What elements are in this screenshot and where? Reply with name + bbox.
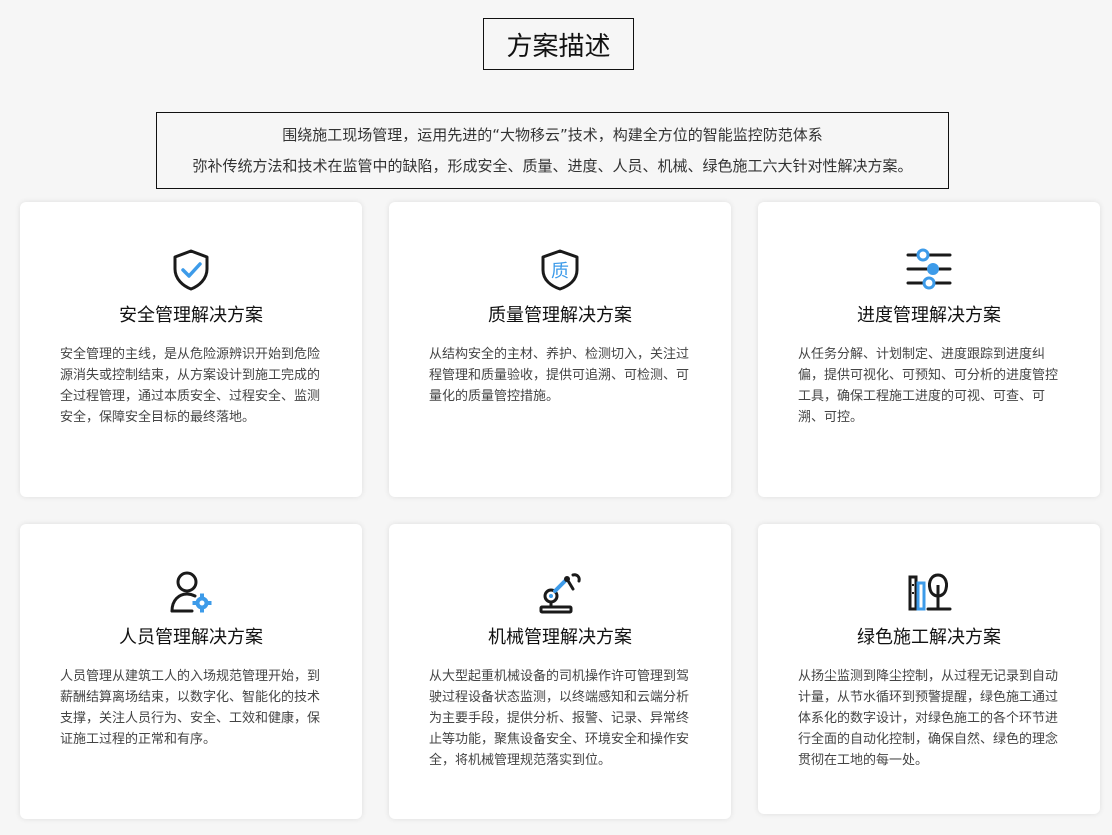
sliders-icon	[906, 247, 952, 293]
intro-line-1: 围绕施工现场管理，运用先进的“大物移云”技术，构建全方位的智能监控防范体系	[282, 125, 823, 144]
intro-line-2: 弥补传统方法和技术在监管中的缺陷，形成安全、质量、进度、人员、机械、绿色施工六大…	[192, 156, 913, 175]
card-title: 安全管理解决方案	[119, 305, 263, 326]
intro-box: 围绕施工现场管理，运用先进的“大物移云”技术，构建全方位的智能监控防范体系 弥补…	[156, 112, 949, 189]
card-description: 从结构安全的主材、养护、检测切入，关注过程管理和质量验收，提供可追溯、可检测、可…	[429, 347, 690, 404]
card-description: 人员管理从建筑工人的入场规范管理开始，到薪酬结算离场结束，以数字化、智能化的技术…	[60, 669, 321, 747]
card-machinery-management[interactable]: 机械管理解决方案 从大型起重机械设备的司机操作许可管理到驾驶过程设备状态监测，以…	[389, 524, 731, 819]
card-quality-management[interactable]: 质 质量管理解决方案 从结构安全的主材、养护、检测切入，关注过程管理和质量验收，…	[389, 202, 731, 497]
card-safety-management[interactable]: 安全管理解决方案 安全管理的主线，是从危险源辨识开始到危险源消失或控制结束，从方…	[20, 202, 362, 497]
page-title: 方案描述	[483, 18, 634, 70]
card-green-construction[interactable]: 绿色施工解决方案 从扬尘监测到降尘控制，从过程无记录到自动计量，从节水循环到预警…	[758, 524, 1100, 814]
card-title: 绿色施工解决方案	[857, 627, 1001, 648]
card-title: 质量管理解决方案	[488, 305, 632, 326]
quality-badge-icon: 质	[537, 247, 583, 293]
robot-arm-icon	[537, 569, 583, 615]
user-gear-icon	[168, 569, 214, 615]
card-description: 从扬尘监测到降尘控制，从过程无记录到自动计量，从节水循环到预警提醒，绿色施工通过…	[798, 669, 1059, 768]
green-building-icon	[906, 569, 952, 615]
card-personnel-management[interactable]: 人员管理解决方案 人员管理从建筑工人的入场规范管理开始，到薪酬结算离场结束，以数…	[20, 524, 362, 819]
card-description: 从大型起重机械设备的司机操作许可管理到驾驶过程设备状态监测，以终端感知和云端分析…	[429, 669, 690, 768]
card-progress-management[interactable]: 进度管理解决方案 从任务分解、计划制定、进度跟踪到进度纠偏，提供可视化、可预知、…	[758, 202, 1100, 497]
card-title: 进度管理解决方案	[857, 305, 1001, 326]
card-title: 机械管理解决方案	[488, 627, 632, 648]
quality-badge-glyph: 质	[551, 261, 569, 282]
card-title: 人员管理解决方案	[119, 627, 263, 648]
card-description: 从任务分解、计划制定、进度跟踪到进度纠偏，提供可视化、可预知、可分析的进度管控工…	[798, 347, 1059, 425]
shield-check-icon	[168, 247, 214, 293]
card-description: 安全管理的主线，是从危险源辨识开始到危险源消失或控制结束，从方案设计到施工完成的…	[60, 347, 321, 425]
